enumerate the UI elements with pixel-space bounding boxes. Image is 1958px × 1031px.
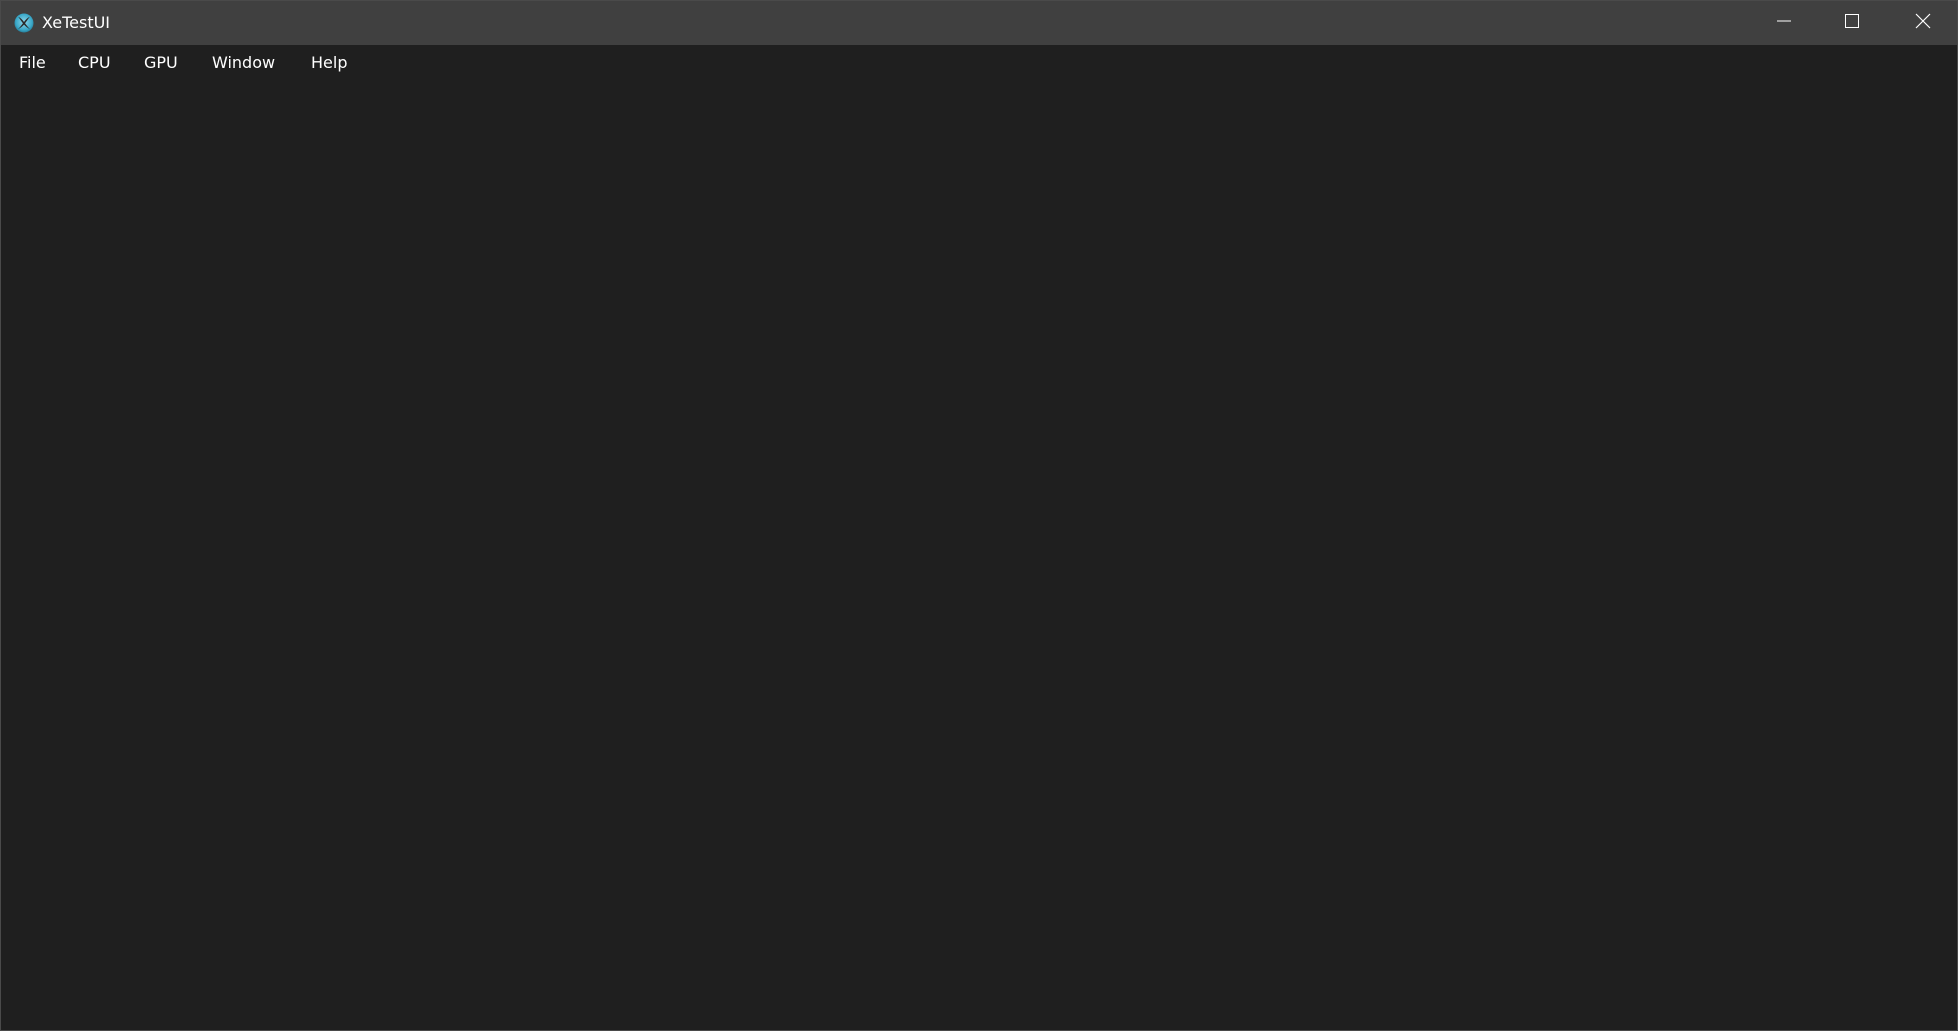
app-window: XeTestUI File CPU GPU Window Help xyxy=(0,0,1958,1031)
minimize-button[interactable] xyxy=(1750,1,1818,45)
maximize-button[interactable] xyxy=(1818,1,1886,45)
menu-window[interactable]: Window xyxy=(211,52,276,74)
menu-file[interactable]: File xyxy=(18,52,47,74)
title-bar[interactable]: XeTestUI xyxy=(1,1,1957,45)
window-title: XeTestUI xyxy=(42,13,111,32)
maximize-icon xyxy=(1844,13,1860,33)
menu-gpu[interactable]: GPU xyxy=(143,52,179,74)
close-icon xyxy=(1915,13,1931,33)
menu-help[interactable]: Help xyxy=(310,52,348,74)
menu-cpu[interactable]: CPU xyxy=(77,52,112,74)
minimize-icon xyxy=(1776,13,1792,33)
main-content-area xyxy=(1,81,1957,1030)
menu-bar: File CPU GPU Window Help xyxy=(1,45,1957,81)
xbox-logo-icon xyxy=(14,13,34,33)
close-button[interactable] xyxy=(1889,1,1957,45)
